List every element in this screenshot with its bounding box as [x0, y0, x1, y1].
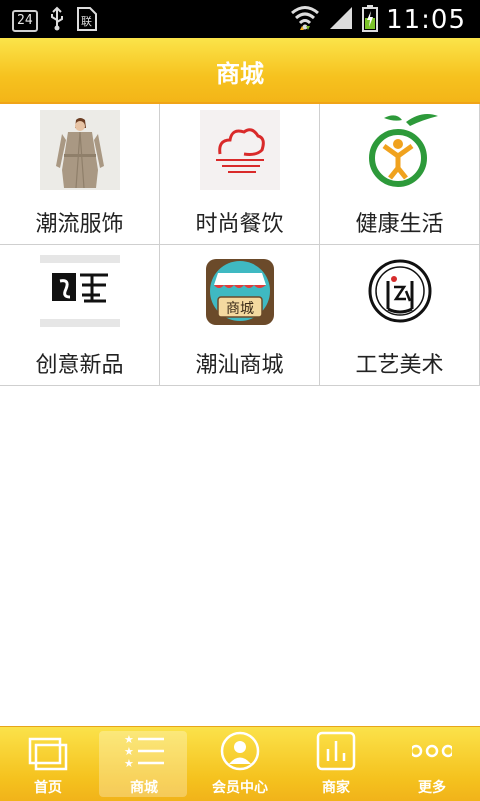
status-bar: 24 联 11:05 [0, 0, 480, 38]
category-label: 潮汕商城 [195, 353, 284, 378]
tab-more[interactable]: 更多 [384, 727, 480, 801]
health-logo [360, 110, 440, 190]
battery-icon [362, 4, 379, 36]
bottom-tab-bar: 首页 ★ ★ ★ 商城 会员中心 商家 更多 [0, 726, 480, 801]
tab-label: 会员中心 [212, 780, 268, 796]
grid-row: 潮流服饰 时尚餐饮 健康生活 [0, 104, 480, 245]
signal-icon [328, 5, 354, 35]
mall-logo: 商城 [200, 251, 280, 331]
tab-member-center[interactable]: 会员中心 [192, 727, 288, 801]
tab-mall[interactable]: ★ ★ ★ 商城 [96, 727, 192, 801]
sim-icon: 联 [76, 6, 98, 36]
tab-label: 首页 [34, 780, 62, 796]
title-bar: 商城 [0, 38, 480, 104]
list-icon: ★ ★ ★ [124, 731, 164, 771]
category-fashion[interactable]: 潮流服饰 [0, 104, 160, 244]
home-icon [28, 731, 68, 771]
clock: 11:05 [386, 5, 466, 35]
category-label: 时尚餐饮 [195, 212, 284, 237]
svg-text:★: ★ [124, 757, 134, 770]
wifi-icon [290, 4, 320, 36]
more-icon [409, 731, 455, 771]
art-logo [360, 251, 440, 331]
tab-home[interactable]: 首页 [0, 727, 96, 801]
dining-logo [200, 110, 280, 190]
category-grid: 潮流服饰 时尚餐饮 健康生活 创意新品 商城 潮汕商城 工艺美术 [0, 104, 480, 386]
svg-text:商城: 商城 [226, 301, 254, 317]
category-dining[interactable]: 时尚餐饮 [160, 104, 320, 244]
tab-merchant[interactable]: 商家 [288, 727, 384, 801]
member-icon [220, 731, 260, 771]
svg-text:联: 联 [81, 15, 92, 28]
notification-badge: 24 [12, 10, 38, 32]
merchant-icon [316, 731, 356, 771]
category-creative[interactable]: 创意新品 [0, 245, 160, 385]
tab-label: 商城 [130, 780, 158, 796]
category-label: 创意新品 [35, 353, 124, 378]
page-title: 商城 [216, 60, 264, 88]
category-health[interactable]: 健康生活 [320, 104, 480, 244]
grid-row: 创意新品 商城 潮汕商城 工艺美术 [0, 245, 480, 386]
category-label: 健康生活 [355, 212, 444, 237]
category-label: 潮流服饰 [35, 212, 124, 237]
coat-photo [40, 110, 120, 190]
usb-icon [48, 6, 66, 36]
category-arts[interactable]: 工艺美术 [320, 245, 480, 385]
category-label: 工艺美术 [355, 353, 444, 378]
category-chaoshan-mall[interactable]: 商城 潮汕商城 [160, 245, 320, 385]
creative-logo [40, 251, 120, 331]
tab-label: 更多 [418, 780, 446, 796]
tab-label: 商家 [322, 780, 350, 796]
